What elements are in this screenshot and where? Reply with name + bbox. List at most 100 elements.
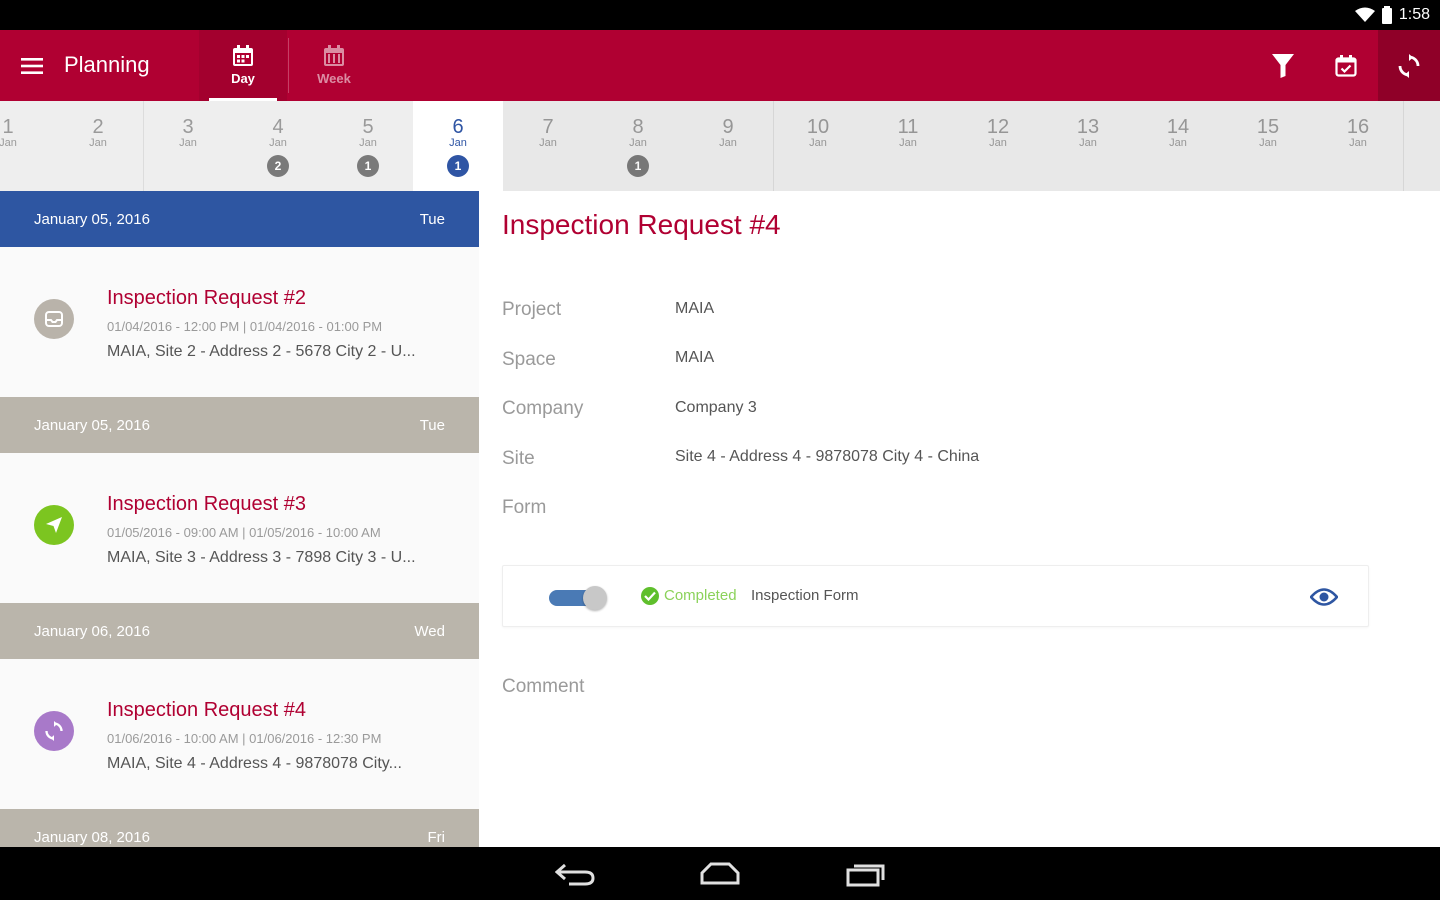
date-cell-day: 16 — [1346, 116, 1370, 138]
date-cell-day: 14 — [1166, 116, 1190, 138]
item-title: Inspection Request #2 — [107, 287, 307, 309]
home-button[interactable] — [690, 857, 750, 891]
filter-icon — [1272, 53, 1294, 78]
back-button[interactable] — [546, 857, 606, 891]
field-value-project: MAIA — [675, 300, 715, 317]
date-cell-11[interactable]: 11 Jan — [863, 101, 953, 191]
menu-button[interactable] — [14, 48, 50, 84]
date-cell-1[interactable]: 1 Jan — [0, 101, 53, 191]
date-strip: 1 Jan 2 Jan 3 Jan 4 Jan 2 5 Jan 1 6 Jan 1 7 Jan 8 Jan 1 9 Jan… — [0, 101, 1440, 191]
app-root: 1:58 Planning Day Week 1 Jan 2 Jan 3 Jan 4 Jan 2… — [0, 0, 1440, 900]
nav-bar — [0, 847, 1440, 900]
item-title: Inspection Request #4 — [107, 699, 307, 721]
item-time: 01/06/2016 - 10:00 AM | 01/06/2016 - 12:… — [107, 731, 382, 746]
date-cell-6[interactable]: 6 Jan 1 — [413, 101, 503, 191]
comment-label: Comment — [502, 676, 585, 697]
date-cell-3[interactable]: 3 Jan — [143, 101, 233, 191]
wifi-icon — [1354, 7, 1375, 23]
form-toggle[interactable] — [549, 586, 607, 610]
date-header: January 05, 2016 Tue — [0, 397, 479, 453]
recent-apps-button[interactable] — [836, 857, 896, 891]
date-cell-15[interactable]: 15 Jan — [1223, 101, 1313, 191]
date-cell-month: Jan — [1259, 137, 1277, 149]
battery-icon — [1381, 6, 1393, 24]
field-label-form: Form — [502, 497, 547, 518]
back-icon — [555, 863, 595, 886]
sync-icon — [1398, 53, 1420, 78]
date-cell-month: Jan — [1079, 137, 1097, 149]
form-name: Inspection Form — [751, 587, 859, 604]
date-cell-day: 15 — [1256, 116, 1280, 138]
week-separator — [143, 101, 144, 191]
date-cell-month: Jan — [809, 137, 827, 149]
form-status: Completed — [664, 587, 737, 604]
date-cell-month: Jan — [1169, 137, 1187, 149]
status-bar: 1:58 — [0, 0, 1440, 30]
date-cell-day: 3 — [182, 116, 194, 138]
date-cell-month: Jan — [539, 137, 557, 149]
filter-button[interactable] — [1252, 30, 1314, 101]
date-cell-day: 12 — [986, 116, 1010, 138]
date-cell-day: 4 — [272, 116, 284, 138]
date-cell-14[interactable]: 14 Jan — [1133, 101, 1223, 191]
detail-title: Inspection Request #4 — [502, 209, 781, 240]
status-time: 1:58 — [1398, 6, 1430, 23]
date-cell-day: 7 — [542, 116, 554, 138]
date-header: January 06, 2016 Wed — [0, 603, 479, 659]
date-cell-month: Jan — [449, 137, 467, 149]
date-cell-2[interactable]: 2 Jan — [53, 101, 143, 191]
date-header-weekday: Fri — [427, 828, 446, 846]
date-cell-8[interactable]: 8 Jan 1 — [593, 101, 683, 191]
date-cell-7[interactable]: 7 Jan — [503, 101, 593, 191]
calendar-day-icon — [233, 45, 253, 66]
sync-button[interactable] — [1378, 30, 1440, 101]
date-header-weekday: Wed — [414, 622, 445, 640]
tab-day[interactable]: Day — [199, 30, 287, 101]
item-status-icon — [34, 505, 74, 545]
date-header: January 08, 2016 Fri — [0, 809, 479, 847]
date-cell-month: Jan — [719, 137, 737, 149]
date-cell-month: Jan — [629, 137, 647, 149]
date-cell-4[interactable]: 4 Jan 2 — [233, 101, 323, 191]
event-count-badge: 2 — [267, 155, 289, 177]
list-item-request-3[interactable]: Inspection Request #3 01/05/2016 - 09:00… — [0, 453, 479, 603]
item-site: MAIA, Site 3 - Address 3 - 7898 City 3 -… — [107, 549, 416, 566]
field-value-space: MAIA — [675, 349, 715, 366]
home-icon — [700, 862, 740, 885]
date-cell-day: 6 — [452, 116, 464, 138]
date-cell-month: Jan — [989, 137, 1007, 149]
date-cell-10[interactable]: 10 Jan — [773, 101, 863, 191]
date-cell-month: Jan — [1349, 137, 1367, 149]
field-value-company: Company 3 — [675, 399, 757, 416]
date-header-date: January 05, 2016 — [34, 210, 150, 228]
recent-apps-icon — [846, 864, 885, 887]
field-label-project: Project — [502, 299, 562, 320]
event-count-badge: 1 — [357, 155, 379, 177]
date-cell-9[interactable]: 9 Jan — [683, 101, 773, 191]
request-list: January 05, 2016 Tue Inspection Request … — [0, 191, 479, 847]
date-cell-13[interactable]: 13 Jan — [1043, 101, 1133, 191]
date-header-weekday: Tue — [419, 416, 445, 434]
date-header-date: January 06, 2016 — [34, 622, 150, 640]
date-cell-day: 11 — [897, 116, 919, 138]
date-cell-month: Jan — [899, 137, 917, 149]
toggle-knob — [583, 586, 607, 610]
today-button[interactable] — [1315, 30, 1377, 101]
date-cell-12[interactable]: 12 Jan — [953, 101, 1043, 191]
view-form-button[interactable] — [1309, 584, 1339, 610]
field-label-space: Space — [502, 349, 556, 370]
date-cell-5[interactable]: 5 Jan 1 — [323, 101, 413, 191]
date-cell-day: 2 — [92, 116, 104, 138]
date-cell-month: Jan — [0, 137, 17, 149]
item-status-icon — [34, 299, 74, 339]
date-cell-16[interactable]: 16 Jan — [1313, 101, 1403, 191]
tab-week[interactable]: Week — [290, 30, 378, 101]
list-item-request-4[interactable]: Inspection Request #4 01/06/2016 - 10:00… — [0, 659, 479, 809]
check-circle-icon — [641, 587, 659, 605]
date-cell-day: 5 — [362, 116, 374, 138]
date-cell-day: 9 — [722, 116, 734, 138]
list-item-request-2[interactable]: Inspection Request #2 01/04/2016 - 12:00… — [0, 247, 479, 397]
calendar-today-icon — [1335, 54, 1357, 77]
tab-day-label: Day — [231, 71, 255, 86]
app-bar: Planning Day Week — [0, 30, 1440, 101]
